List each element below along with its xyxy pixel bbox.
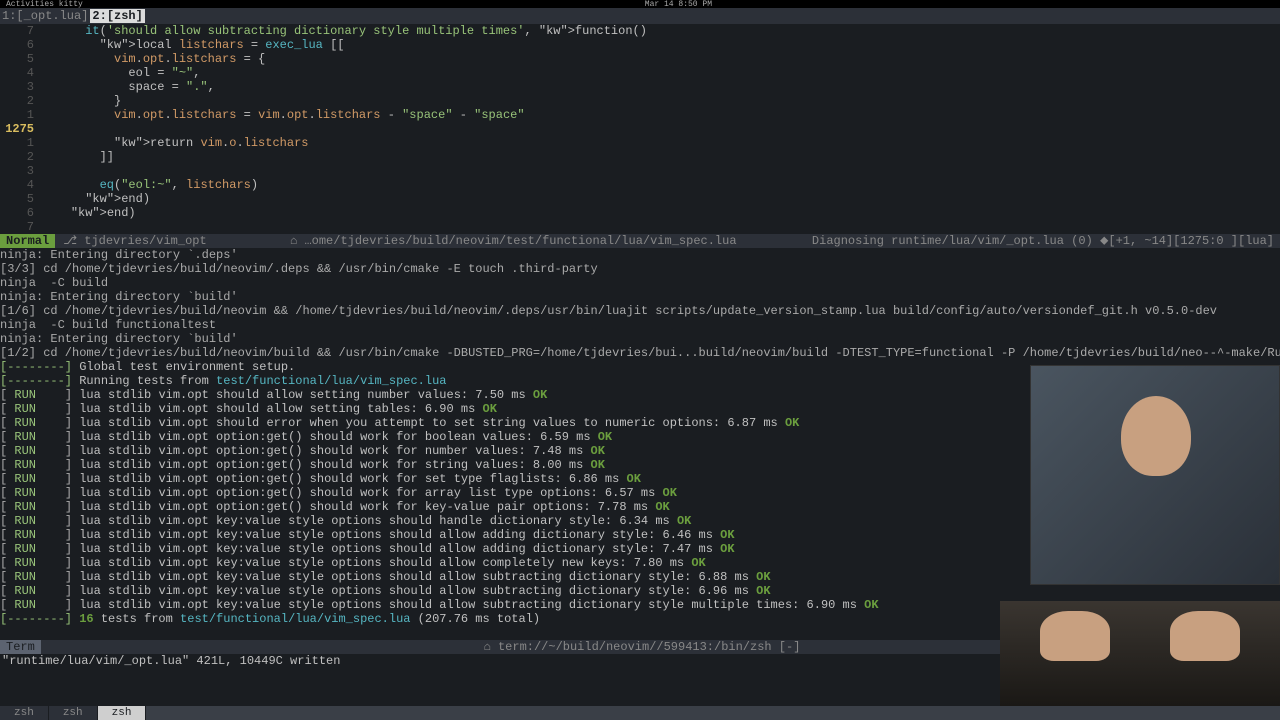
- terminal-line: [3/3] cd /home/tjdevries/build/neovim/.d…: [0, 262, 1280, 276]
- tab-opt-lua[interactable]: 1:[_opt.lua]: [0, 9, 90, 23]
- webcam-overlay: [1030, 365, 1280, 585]
- editor-line: 5 "kw">end): [0, 192, 1280, 206]
- topbar-left: Activities kitty: [6, 0, 83, 9]
- status-right: Diagnosing runtime/lua/vim/_opt.lua (0) …: [812, 234, 1280, 248]
- editor-line: 1 "kw">return vim.o.listchars: [0, 136, 1280, 150]
- vim-mode: Normal: [0, 234, 55, 248]
- terminal-mode: Term: [0, 640, 41, 654]
- tmux-tab-2[interactable]: zsh: [98, 706, 147, 720]
- editor-line: 2 }: [0, 94, 1280, 108]
- vim-statusline: Normal ⎇ tjdevries/vim_opt ⌂ …ome/tjdevr…: [0, 234, 1280, 248]
- terminal-line: [1/2] cd /home/tjdevries/build/neovim/bu…: [0, 346, 1280, 360]
- editor-line: 6 "kw">end): [0, 206, 1280, 220]
- editor-line: 6 "kw">local listchars = exec_lua [[: [0, 38, 1280, 52]
- tab-zsh[interactable]: 2:[zsh]: [90, 9, 144, 23]
- terminal-line: ninja -C build functionaltest: [0, 318, 1280, 332]
- code-editor[interactable]: 7 it('should allow subtracting dictionar…: [0, 24, 1280, 234]
- terminal-line: ninja: Entering directory `build': [0, 290, 1280, 304]
- status-file: ⌂ …ome/tjdevries/build/neovim/test/funct…: [215, 234, 812, 248]
- vim-tabline: 1:[_opt.lua] 2:[zsh]: [0, 8, 1280, 24]
- tmux-bar: zsh zsh zsh: [0, 706, 1280, 720]
- editor-line: 7: [0, 220, 1280, 234]
- tmux-tab-1[interactable]: zsh: [49, 706, 98, 720]
- editor-line: 2 ]]: [0, 150, 1280, 164]
- editor-line: 3: [0, 164, 1280, 178]
- terminal-line: ninja: Entering directory `.deps': [0, 248, 1280, 262]
- terminal-line: [ RUN ] lua stdlib vim.opt key:value sty…: [0, 584, 1280, 598]
- editor-line: 1275: [0, 122, 1280, 136]
- editor-line: 4 eol = "~",: [0, 66, 1280, 80]
- editor-line: 7 it('should allow subtracting dictionar…: [0, 24, 1280, 38]
- terminal-line: ninja: Entering directory `build': [0, 332, 1280, 346]
- terminal-line: ninja -C build: [0, 276, 1280, 290]
- editor-line: 3 space = ".",: [0, 80, 1280, 94]
- editor-line: 5 vim.opt.listchars = {: [0, 52, 1280, 66]
- tmux-tab-0[interactable]: zsh: [0, 706, 49, 720]
- editor-line: 1 vim.opt.listchars = vim.opt.listchars …: [0, 108, 1280, 122]
- topbar-center: Mar 14 8:50 PM: [645, 0, 712, 9]
- editor-line: 4 eq("eol:~", listchars): [0, 178, 1280, 192]
- git-branch: ⎇ tjdevries/vim_opt: [55, 234, 214, 248]
- system-topbar: Activities kitty Mar 14 8:50 PM: [0, 0, 1280, 8]
- terminal-line: [1/6] cd /home/tjdevries/build/neovim &&…: [0, 304, 1280, 318]
- keyboard-overlay: [1000, 601, 1280, 706]
